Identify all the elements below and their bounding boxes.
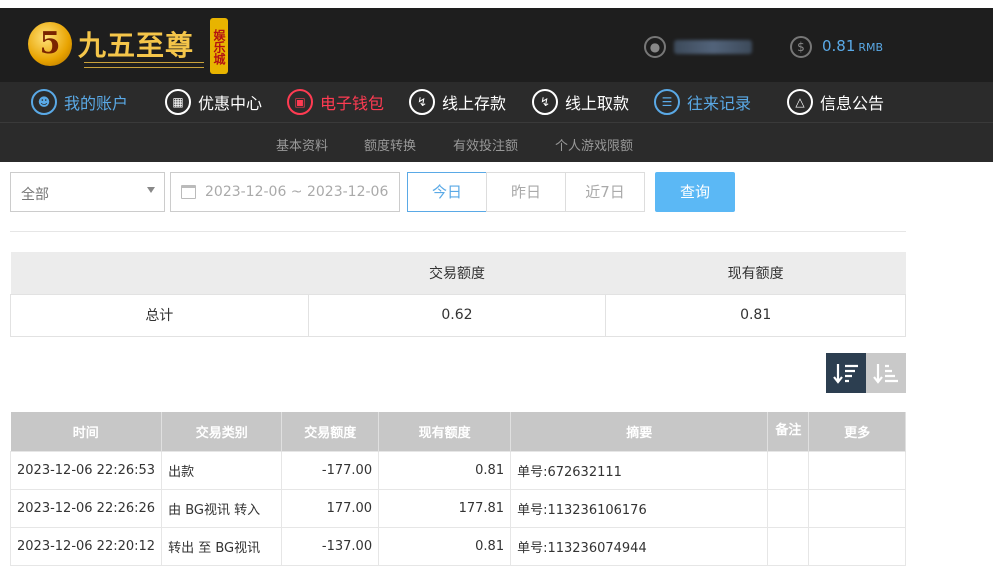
section-divider [10, 231, 906, 232]
cell-balance: 177.81 [378, 488, 512, 528]
col-summary: 摘要 [510, 412, 769, 451]
cell-time: 2023-12-06 22:26:26 [9, 488, 163, 528]
subnav-game-limits[interactable]: 个人游戏限额 [555, 135, 633, 154]
cell-time: 2023-12-06 22:26:53 [9, 450, 163, 490]
col-amount: 交易额度 [281, 412, 380, 451]
record-icon: ☰ [654, 89, 680, 115]
summary-total-balance: 0.81 [605, 293, 906, 337]
cell-remark [767, 526, 810, 566]
col-remark: 备注 [767, 412, 810, 451]
nav-label: 线上取款 [565, 94, 630, 113]
user-icon: ☻ [31, 89, 57, 115]
summary-total-label: 总计 [10, 293, 309, 337]
dollar-icon: $ [790, 36, 812, 58]
site-header: 5 九五至尊 娱乐城 ● $ 0.81 RMB [0, 8, 993, 82]
col-time: 时间 [10, 412, 163, 451]
cell-amount: -137.00 [281, 526, 380, 566]
cell-type: 由 BG视讯 转入 [161, 488, 283, 528]
nav-online-withdraw[interactable]: ↯ 线上取款 [532, 82, 629, 122]
date-range-input[interactable]: 2023-12-06 ~ 2023-12-06 [170, 172, 400, 212]
sub-nav: 基本资料 额度转换 有效投注额 个人游戏限额 [0, 122, 993, 162]
nav-online-deposit[interactable]: ↯ 线上存款 [409, 82, 506, 122]
quick-7days-button[interactable]: 近7日 [565, 172, 645, 212]
nav-label: 优惠中心 [198, 94, 263, 113]
type-select[interactable]: 全部 [10, 172, 165, 212]
summary-total-row: 总计 0.62 0.81 [10, 293, 906, 337]
col-more: 更多 [808, 412, 906, 451]
col-balance: 现有额度 [378, 412, 512, 451]
quick-today-button[interactable]: 今日 [407, 172, 487, 212]
brand-logo[interactable]: 5 九五至尊 娱乐城 [28, 18, 228, 74]
sort-desc-icon [833, 364, 858, 384]
logo-tag: 娱乐城 [210, 18, 228, 74]
summary-header-amount: 交易额度 [308, 252, 606, 294]
cell-summary: 单号:113236106176 [510, 488, 769, 528]
balance-amount: 0.81 RMB [822, 37, 884, 55]
cell-time: 2023-12-06 22:20:12 [9, 526, 163, 566]
subnav-valid-bets[interactable]: 有效投注额 [453, 135, 518, 154]
chevron-down-icon [147, 187, 155, 193]
nav-e-wallet[interactable]: ▣ 电子钱包 [287, 82, 384, 122]
nav-label: 往来记录 [687, 94, 752, 113]
cell-more[interactable] [808, 450, 906, 490]
logo-flourish [84, 62, 204, 68]
summary-header-row: 交易额度 现有额度 [10, 252, 906, 294]
query-button[interactable]: 查询 [655, 172, 735, 212]
cell-type: 出款 [161, 450, 283, 490]
summary-total-amount: 0.62 [307, 293, 607, 337]
logo-badge: 5 [28, 22, 72, 66]
cell-summary: 单号:672632111 [510, 450, 769, 490]
wallet-icon: ▣ [287, 89, 313, 115]
withdraw-icon: ↯ [532, 89, 558, 115]
cell-balance: 0.81 [378, 450, 512, 490]
cell-remark [767, 488, 810, 528]
col-type: 交易类别 [161, 412, 283, 451]
nav-transaction-records[interactable]: ☰ 往来记录 [654, 82, 751, 122]
main-nav: ☻ 我的账户 ▦ 优惠中心 ▣ 电子钱包 ↯ 线上存款 ↯ 线上取款 ☰ 往来记… [0, 82, 993, 122]
records-table: 时间 交易类别 交易额度 现有额度 摘要 备注 更多 2023-12-06 22… [9, 412, 906, 566]
type-select-value: 全部 [21, 187, 49, 203]
quick-yesterday-button[interactable]: 昨日 [486, 172, 566, 212]
user-avatar-icon: ● [644, 36, 666, 58]
cell-amount: -177.00 [281, 450, 380, 490]
cell-more[interactable] [808, 488, 906, 528]
cell-more[interactable] [808, 526, 906, 566]
subnav-basic-info[interactable]: 基本资料 [276, 135, 328, 154]
gift-icon: ▦ [165, 89, 191, 115]
nav-label: 信息公告 [820, 94, 885, 113]
bell-icon: △ [787, 89, 813, 115]
nav-my-account[interactable]: ☻ 我的账户 [31, 82, 128, 122]
summary-table: 交易额度 现有额度 总计 0.62 0.81 [10, 252, 906, 337]
balance-info: $ 0.81 RMB [790, 36, 883, 60]
user-info[interactable]: ● [644, 36, 752, 60]
nav-announcements[interactable]: △ 信息公告 [787, 82, 884, 122]
sort-asc-button[interactable] [866, 353, 906, 393]
records-header-row: 时间 交易类别 交易额度 现有额度 摘要 备注 更多 [10, 412, 906, 451]
cell-remark [767, 450, 810, 490]
cell-amount: 177.00 [281, 488, 380, 528]
top-strip [0, 0, 993, 8]
date-range-value: 2023-12-06 ~ 2023-12-06 [205, 184, 389, 200]
nav-label: 线上存款 [442, 94, 507, 113]
table-row[interactable]: 2023-12-06 22:26:26 由 BG视讯 转入 177.00 177… [9, 488, 906, 528]
table-row[interactable]: 2023-12-06 22:26:53 出款 -177.00 0.81 单号:6… [9, 450, 906, 490]
nav-promotions[interactable]: ▦ 优惠中心 [165, 82, 262, 122]
username-redacted [674, 40, 752, 54]
sort-asc-icon [873, 364, 898, 384]
calendar-icon [181, 185, 196, 199]
subnav-balance-transfer[interactable]: 额度转换 [364, 135, 416, 154]
summary-header-label [10, 252, 309, 294]
logo-text: 九五至尊 [78, 29, 195, 62]
summary-header-balance: 现有额度 [605, 252, 906, 294]
nav-label: 我的账户 [64, 94, 129, 113]
cell-type: 转出 至 BG视讯 [161, 526, 283, 566]
cell-summary: 单号:113236074944 [510, 526, 769, 566]
sort-desc-button[interactable] [826, 353, 866, 393]
cell-balance: 0.81 [378, 526, 512, 566]
balance-currency: RMB [858, 41, 884, 54]
table-row[interactable]: 2023-12-06 22:20:12 转出 至 BG视讯 -137.00 0.… [9, 526, 906, 566]
nav-label: 电子钱包 [320, 94, 385, 113]
deposit-icon: ↯ [409, 89, 435, 115]
